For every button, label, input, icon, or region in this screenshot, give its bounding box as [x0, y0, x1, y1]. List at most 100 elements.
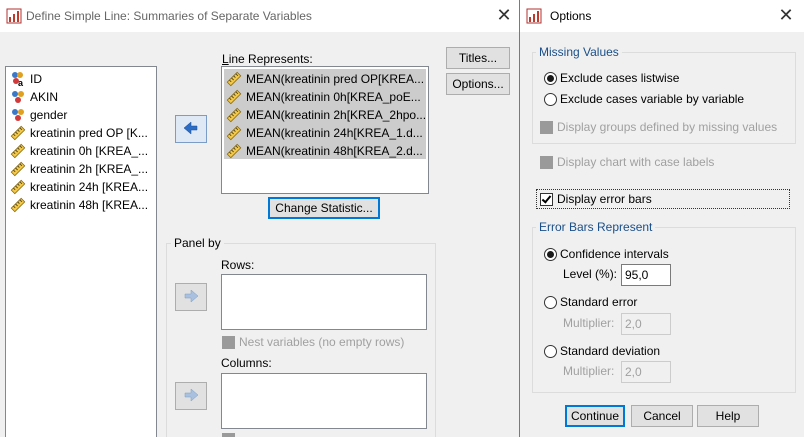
- line-represents-item[interactable]: MEAN(kreatinin pred OP[KREA...: [224, 69, 426, 87]
- scale-icon: [10, 125, 26, 141]
- variable-label: gender: [30, 107, 68, 122]
- continue-button[interactable]: Continue: [565, 405, 625, 427]
- options-button[interactable]: Options...: [446, 73, 510, 95]
- scale-icon: [226, 143, 242, 159]
- confidence-intervals-label: Confidence intervals: [560, 247, 669, 261]
- cancel-button-label: Cancel: [643, 409, 681, 423]
- options-close-icon[interactable]: ✕: [776, 5, 796, 25]
- arrow-right-icon: [184, 388, 199, 402]
- cancel-button[interactable]: Cancel: [631, 405, 693, 427]
- display-error-bars-label: Display error bars: [557, 192, 652, 206]
- error-bars-label: Error Bars Represent: [536, 220, 656, 234]
- variable-item[interactable]: gender: [10, 105, 67, 123]
- line-represents-item[interactable]: MEAN(kreatinin 0h[KREA_poE...: [224, 87, 426, 105]
- move-to-rows-button[interactable]: [175, 283, 207, 311]
- line-represents-label-text: ine Represents:: [228, 52, 313, 66]
- line-represents-list[interactable]: MEAN(kreatinin pred OP[KREA... MEAN(kreat…: [221, 66, 429, 194]
- nominal-string-icon: a: [12, 71, 24, 87]
- variable-item[interactable]: kreatinin 2h [KREA_...: [10, 159, 148, 177]
- exclude-variable-label: Exclude cases variable by variable: [560, 92, 745, 106]
- scale-icon: [226, 125, 242, 141]
- line-represents-item[interactable]: MEAN(kreatinin 48h[KREA_2.d...: [224, 141, 426, 159]
- rows-list[interactable]: [221, 274, 427, 330]
- scale-icon: [226, 89, 242, 105]
- variable-item[interactable]: kreatinin 24h [KREA...: [10, 177, 148, 195]
- define-simple-line-dialog: Define Simple Line: Summaries of Separat…: [0, 0, 520, 437]
- options-button-label: Options...: [452, 77, 504, 91]
- move-to-line-represents-button[interactable]: [175, 115, 207, 143]
- se-multiplier-label: Multiplier:: [563, 316, 615, 330]
- nominal-icon: [12, 90, 24, 103]
- scale-icon: [10, 197, 26, 213]
- exclude-listwise-radio[interactable]: [544, 72, 557, 85]
- options-dialog: Options ✕ Missing Values Exclude cases l…: [520, 0, 804, 437]
- rows-label: Rows:: [221, 258, 255, 272]
- display-chart-labels-label: Display chart with case labels: [557, 155, 715, 169]
- arrow-right-icon: [184, 289, 199, 303]
- standard-error-label: Standard error: [560, 295, 638, 309]
- change-statistic-label: Change Statistic...: [275, 201, 373, 215]
- columns-label: Columns:: [221, 356, 272, 370]
- columns-list[interactable]: [221, 373, 427, 429]
- svg-text:a: a: [18, 78, 24, 87]
- se-multiplier-input[interactable]: 2,0: [621, 313, 671, 335]
- continue-button-label: Continue: [570, 409, 620, 423]
- scale-icon: [10, 161, 26, 177]
- options-title: Options: [550, 9, 592, 23]
- confidence-intervals-radio[interactable]: [544, 248, 557, 261]
- scale-icon: [226, 107, 242, 123]
- nest-variables-checkbox[interactable]: [222, 336, 235, 349]
- variable-label: kreatinin 48h [KREA...: [30, 197, 149, 212]
- line-represents-item-label: MEAN(kreatinin 24h[KREA_1.d...: [246, 125, 423, 140]
- variable-list[interactable]: a ID AKIN gender kreatinin pred OP [K... krea…: [5, 66, 157, 437]
- sd-multiplier-label: Multiplier:: [563, 364, 615, 378]
- scale-icon: [226, 71, 242, 87]
- standard-deviation-label: Standard deviation: [560, 344, 661, 358]
- standard-deviation-radio[interactable]: [544, 345, 557, 358]
- line-represents-item[interactable]: MEAN(kreatinin 2h[KREA_2hpo...: [224, 105, 426, 123]
- sd-multiplier-input[interactable]: 2,0: [621, 361, 671, 383]
- variable-label: kreatinin pred OP [K...: [30, 125, 148, 140]
- variable-label: kreatinin 24h [KREA...: [30, 179, 149, 194]
- titles-button-label: Titles...: [458, 51, 498, 65]
- line-represents-item-label: MEAN(kreatinin pred OP[KREA...: [246, 71, 425, 86]
- spss-app-icon: [526, 8, 542, 24]
- exclude-variable-radio[interactable]: [544, 93, 557, 106]
- line-represents-item-label: MEAN(kreatinin 48h[KREA_2.d...: [246, 143, 423, 158]
- nominal-icon: [12, 108, 24, 121]
- display-chart-labels-checkbox[interactable]: [540, 156, 553, 169]
- variable-item[interactable]: a ID: [10, 69, 42, 87]
- variable-item[interactable]: kreatinin 48h [KREA...: [10, 195, 148, 213]
- line-represents-label: Line Represents:: [222, 52, 313, 66]
- variable-item[interactable]: kreatinin pred OP [K...: [10, 123, 148, 141]
- standard-error-radio[interactable]: [544, 296, 557, 309]
- spss-app-icon: [6, 8, 22, 24]
- level-input[interactable]: 95,0: [621, 264, 671, 286]
- scale-icon: [10, 143, 26, 159]
- variable-item[interactable]: kreatinin 0h [KREA_...: [10, 141, 148, 159]
- exclude-listwise-label: Exclude cases listwise: [560, 71, 680, 85]
- change-statistic-button[interactable]: Change Statistic...: [268, 197, 380, 219]
- variable-label: kreatinin 0h [KREA_...: [30, 143, 149, 158]
- main-close-icon[interactable]: ✕: [494, 5, 514, 25]
- line-represents-item[interactable]: MEAN(kreatinin 24h[KREA_1.d...: [224, 123, 426, 141]
- options-title-bar: Options ✕: [520, 0, 804, 32]
- missing-values-label: Missing Values: [536, 45, 622, 59]
- arrow-right-icon: [183, 121, 198, 135]
- variable-label: kreatinin 2h [KREA_...: [30, 161, 149, 176]
- line-represents-item-label: MEAN(kreatinin 0h[KREA_poE...: [246, 89, 421, 104]
- variable-label: ID: [30, 71, 42, 86]
- variable-item[interactable]: AKIN: [10, 87, 58, 105]
- main-title-bar: Define Simple Line: Summaries of Separat…: [0, 0, 520, 32]
- help-button-label: Help: [715, 409, 741, 423]
- display-error-bars-checkbox[interactable]: [540, 193, 553, 206]
- variable-label: AKIN: [30, 89, 59, 104]
- main-title: Define Simple Line: Summaries of Separat…: [26, 9, 312, 23]
- columns-nest-checkbox[interactable]: [222, 433, 235, 437]
- scale-icon: [10, 179, 26, 195]
- help-button[interactable]: Help: [697, 405, 759, 427]
- move-to-columns-button[interactable]: [175, 382, 207, 410]
- display-groups-checkbox[interactable]: [540, 121, 553, 134]
- panel-by-label: Panel by: [171, 236, 224, 250]
- titles-button[interactable]: Titles...: [446, 47, 510, 69]
